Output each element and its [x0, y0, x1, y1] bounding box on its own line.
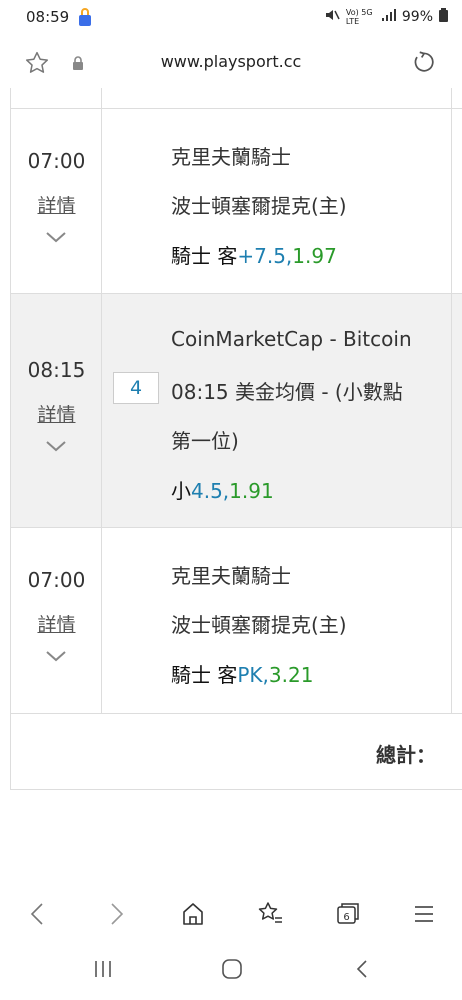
- details-link[interactable]: 詳情: [11, 400, 102, 427]
- bet-side: 客: [217, 244, 238, 268]
- bet-handicap: PK,: [237, 663, 269, 687]
- bet-line: 騎士 客PK,3.21: [171, 659, 313, 688]
- total-row: 總計：: [10, 714, 462, 790]
- status-time: 08:59: [26, 8, 70, 26]
- mute-icon: [324, 8, 340, 26]
- tabs-count: 6: [343, 912, 349, 923]
- table-row-partial: [10, 88, 462, 109]
- lock-icon: [78, 7, 92, 31]
- table-row: 07:00 詳情 克里夫蘭騎士 波士頓塞爾提克(主) 騎士 客PK,3.21: [10, 528, 462, 714]
- event-title: CoinMarketCap - Bitcoin: [171, 327, 412, 351]
- total-label: 總計：: [376, 743, 436, 767]
- home-button-icon[interactable]: [221, 958, 243, 984]
- bet-line: 小4.5,1.91: [171, 475, 274, 504]
- address-bar: www.playsport.cc: [0, 38, 462, 88]
- recent-apps-icon[interactable]: [92, 958, 114, 984]
- system-back-icon[interactable]: [352, 958, 374, 984]
- home-team: 波士頓塞爾提克(主): [171, 613, 347, 637]
- menu-icon[interactable]: [412, 900, 436, 932]
- bookmarks-icon[interactable]: [256, 900, 284, 932]
- back-arrow-icon[interactable]: [27, 900, 49, 932]
- forward-arrow-icon[interactable]: [105, 900, 127, 932]
- tabs-icon[interactable]: 6: [334, 900, 362, 932]
- event-title-line2: 08:15 美金均價 - (小數點: [171, 380, 403, 404]
- reload-icon[interactable]: [410, 49, 436, 79]
- status-indicators: Vo) 5G LTE 99%: [324, 8, 448, 26]
- table-row: 08:15 詳情 4 CoinMarketCap - Bitcoin 08:15…: [10, 294, 462, 528]
- status-bar: 08:59 Vo) 5G LTE 99%: [0, 0, 462, 34]
- network-indicator: Vo) 5G LTE: [345, 8, 373, 26]
- bet-handicap: +7.5,: [237, 244, 293, 268]
- details-link[interactable]: 詳情: [11, 191, 102, 218]
- home-icon[interactable]: [180, 900, 206, 932]
- battery-icon: [439, 8, 448, 26]
- bet-odds: 1.91: [229, 479, 274, 503]
- bet-side: 小: [171, 479, 191, 503]
- bet-team: 騎士: [171, 244, 211, 268]
- browser-toolbar: 6: [0, 890, 462, 938]
- battery-text: 99%: [401, 9, 433, 25]
- signal-icon: [381, 9, 396, 25]
- match-time: 08:15: [27, 358, 86, 382]
- count-badge: 4: [113, 372, 159, 404]
- away-team: 克里夫蘭騎士: [171, 564, 291, 588]
- bet-line: 騎士 客+7.5,1.97: [171, 240, 337, 269]
- chevron-down-icon[interactable]: [44, 438, 68, 457]
- home-team: 波士頓塞爾提克(主): [171, 194, 347, 218]
- url-text[interactable]: www.playsport.cc: [0, 52, 462, 71]
- details-link[interactable]: 詳情: [11, 610, 102, 637]
- system-nav-bar: [0, 950, 462, 990]
- table-row: 07:00 詳情 克里夫蘭騎士 波士頓塞爾提克(主) 騎士 客+7.5,1.97: [10, 109, 462, 294]
- match-time: 07:00: [27, 149, 86, 173]
- chevron-down-icon[interactable]: [44, 648, 68, 667]
- match-time: 07:00: [27, 568, 86, 592]
- away-team: 克里夫蘭騎士: [171, 145, 291, 169]
- bet-side: 客: [217, 663, 238, 687]
- chevron-down-icon[interactable]: [44, 229, 68, 248]
- bet-handicap: 4.5,: [191, 479, 230, 503]
- bet-team: 騎士: [171, 663, 211, 687]
- bet-odds: 3.21: [268, 663, 314, 687]
- event-title-line3: 第一位): [171, 429, 239, 453]
- bet-odds: 1.97: [292, 244, 337, 268]
